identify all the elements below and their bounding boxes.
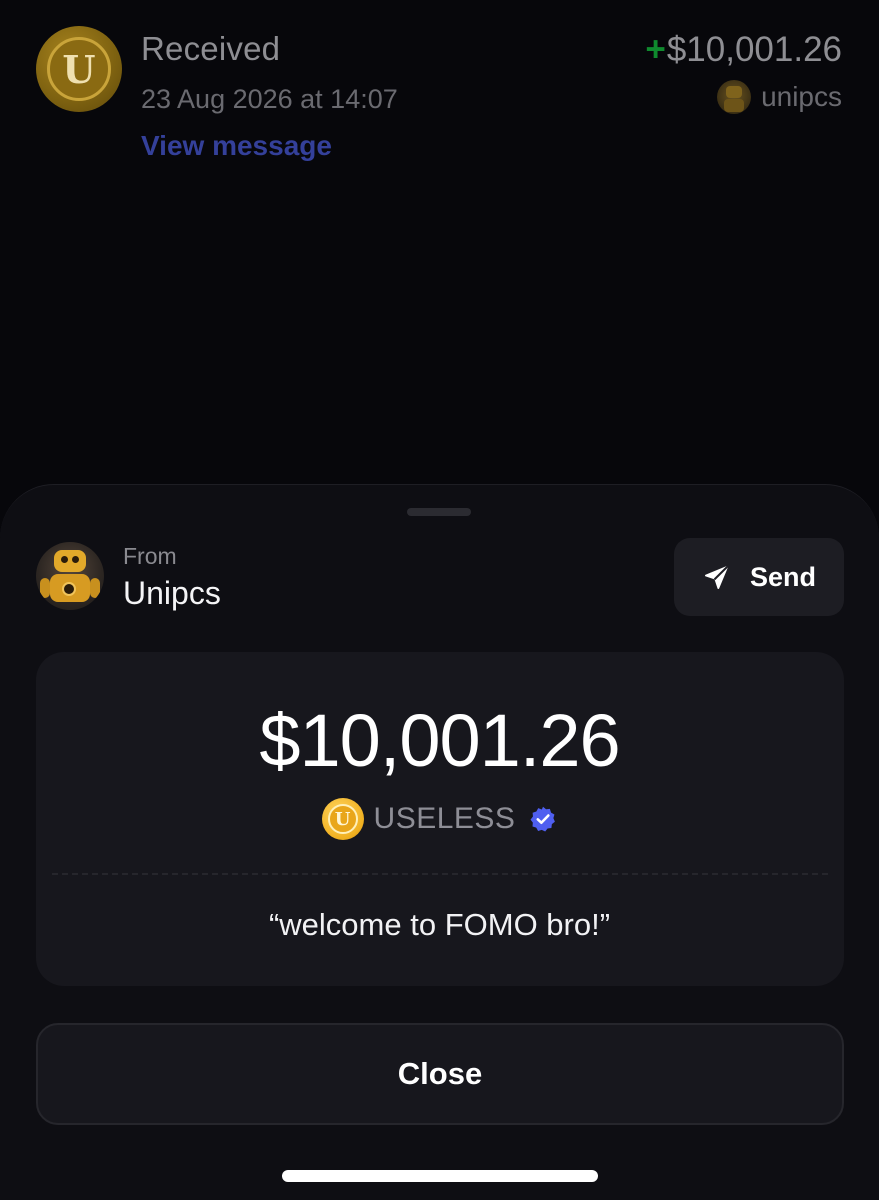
token-avatar-letter: U bbox=[47, 37, 111, 101]
transaction-title: Received bbox=[141, 30, 281, 67]
screen: U Received 23 Aug 2026 at 14:07 View mes… bbox=[0, 0, 879, 1200]
counterparty-avatar bbox=[717, 80, 752, 114]
home-indicator bbox=[282, 1170, 598, 1182]
token-row: U USELESS bbox=[0, 798, 879, 840]
sheet-grabber[interactable] bbox=[407, 508, 471, 516]
amount-value: $10,001.26 bbox=[666, 30, 842, 69]
transaction-amount: +$10,001.26 bbox=[645, 30, 842, 70]
useless-coin-icon: U bbox=[321, 798, 364, 840]
send-button-label: Send bbox=[749, 561, 816, 592]
close-button-label: Close bbox=[397, 1056, 483, 1091]
token-avatar: U bbox=[36, 26, 122, 112]
amount-sign: + bbox=[645, 30, 666, 69]
card-divider bbox=[52, 873, 828, 875]
memo-text: “welcome to FOMO bro!” bbox=[268, 907, 611, 942]
counterparty-name: unipcs bbox=[761, 81, 842, 112]
paper-plane-icon bbox=[704, 564, 730, 590]
token-name: USELESS bbox=[373, 802, 516, 835]
send-button[interactable]: Send bbox=[674, 538, 844, 616]
transaction-date: 23 Aug 2026 at 14:07 bbox=[141, 84, 398, 114]
coin-letter: U bbox=[327, 804, 358, 834]
sender-avatar bbox=[36, 542, 104, 610]
view-message-link[interactable]: View message bbox=[141, 130, 332, 162]
transaction-row: U Received 23 Aug 2026 at 14:07 View mes… bbox=[0, 0, 879, 200]
counterparty: unipcs bbox=[717, 80, 842, 114]
close-button[interactable]: Close bbox=[36, 1023, 844, 1125]
sender-name: Unipcs bbox=[123, 575, 221, 611]
from-label: From bbox=[123, 543, 177, 569]
verified-badge-icon bbox=[530, 806, 556, 832]
received-amount: $10,001.26 bbox=[259, 699, 620, 782]
